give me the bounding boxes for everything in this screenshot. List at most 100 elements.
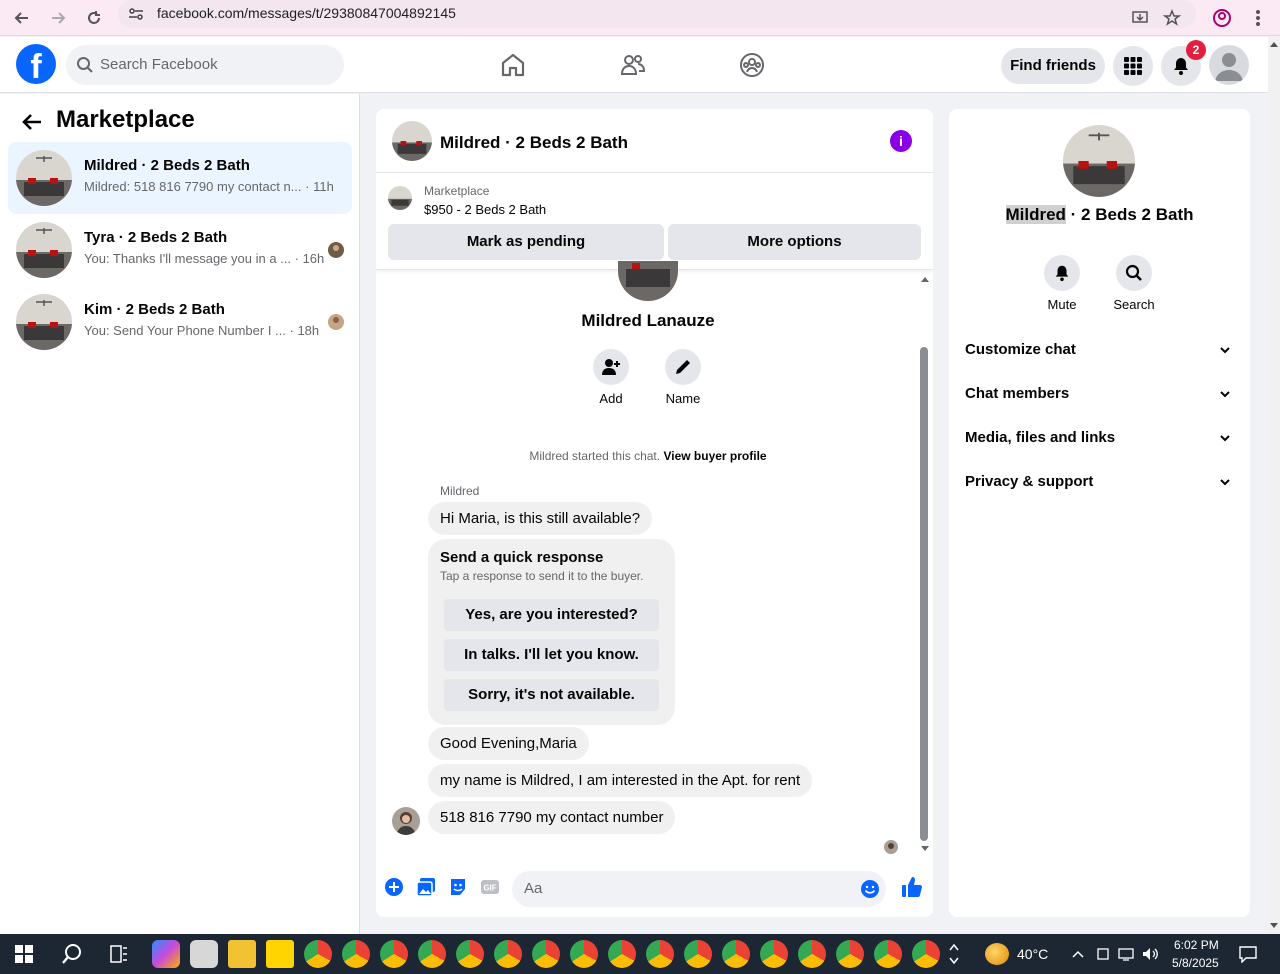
chat-title[interactable]: Mildred · 2 Beds 2 Bath: [440, 133, 628, 153]
message-bubble: Good Evening,Maria: [428, 727, 589, 760]
chrome-icon[interactable]: [646, 940, 674, 968]
message-bubble: my name is Mildred, I am interested in t…: [428, 764, 813, 797]
view-buyer-profile-link[interactable]: View buyer profile: [663, 449, 766, 463]
browser-menu-icon[interactable]: [1244, 4, 1272, 32]
quick-response-title: Send a quick response: [440, 549, 604, 566]
message-input[interactable]: Aa: [512, 871, 886, 907]
groups-icon[interactable]: [738, 51, 766, 79]
search-icon[interactable]: [61, 943, 83, 965]
chrome-icon[interactable]: [418, 940, 446, 968]
info-icon[interactable]: i: [890, 130, 912, 152]
bookmark-star-icon[interactable]: [1158, 4, 1186, 32]
chrome-icon[interactable]: [342, 940, 370, 968]
mute-button[interactable]: Mute: [1032, 255, 1092, 312]
conversation-item[interactable]: Kim · 2 Beds 2 Bath You: Send Your Phone…: [8, 286, 352, 358]
chrome-icon[interactable]: [684, 940, 712, 968]
task-view-icon[interactable]: [109, 944, 129, 964]
site-info-icon[interactable]: [126, 4, 146, 24]
file-explorer-icon[interactable]: [228, 940, 256, 968]
plus-icon[interactable]: [384, 877, 404, 897]
conversation-preview: You: Thanks I'll message you in a ... · …: [84, 251, 325, 266]
page-scrollbar[interactable]: [1268, 37, 1280, 934]
conversation-name: Tyra · 2 Beds 2 Bath: [84, 229, 228, 246]
taskbar-scroll-icon[interactable]: [949, 942, 959, 966]
scroll-thumb[interactable]: [920, 347, 928, 841]
chat-thumbnail[interactable]: [392, 121, 432, 161]
listing-mini-thumbnail: [388, 186, 412, 210]
chrome-icon[interactable]: [836, 940, 864, 968]
privacy-support-section[interactable]: Privacy & support: [965, 467, 1235, 497]
search-chat-button[interactable]: Search: [1104, 255, 1164, 312]
edit-name-button[interactable]: Name: [653, 349, 713, 406]
sender-avatar: [392, 807, 420, 835]
gif-icon[interactable]: GIF: [480, 877, 500, 897]
windows-start-icon[interactable]: [15, 945, 33, 963]
account-avatar[interactable]: [1209, 45, 1249, 85]
quick-response-option[interactable]: Sorry, it's not available.: [444, 679, 659, 711]
conversation-item[interactable]: Mildred · 2 Beds 2 Bath Mildred: 518 816…: [8, 142, 352, 214]
install-app-icon[interactable]: [1126, 4, 1154, 32]
conversation-item[interactable]: Tyra · 2 Beds 2 Bath You: Thanks I'll me…: [8, 214, 352, 286]
chrome-icon[interactable]: [874, 940, 902, 968]
windows-taskbar: 40°C 6:02 PM 5/8/2025: [0, 934, 1280, 974]
chat-started-notice: Mildred started this chat. View buyer pr…: [529, 449, 767, 463]
clock-date[interactable]: 5/8/2025: [1172, 956, 1219, 970]
url-text[interactable]: facebook.com/messages/t/2938084700489214…: [157, 5, 456, 21]
back-arrow-icon[interactable]: [20, 110, 44, 134]
friends-icon[interactable]: [619, 51, 647, 79]
listing-price[interactable]: $950 - 2 Beds 2 Bath: [424, 202, 546, 217]
forward-icon[interactable]: [44, 4, 72, 32]
chrome-icon[interactable]: [608, 940, 636, 968]
quick-response-option[interactable]: Yes, are you interested?: [444, 599, 659, 631]
mark-as-pending-button[interactable]: Mark as pending: [388, 224, 664, 260]
chevron-up-icon[interactable]: [1072, 950, 1084, 958]
chrome-icon[interactable]: [798, 940, 826, 968]
media-files-links-section[interactable]: Media, files and links: [965, 423, 1235, 453]
weather-icon[interactable]: [985, 943, 1009, 965]
network-icon[interactable]: [1118, 947, 1134, 961]
chrome-icon[interactable]: [570, 940, 598, 968]
mute-label: Mute: [1047, 297, 1077, 312]
device-icon[interactable]: [1096, 947, 1110, 961]
chrome-icon[interactable]: [380, 940, 408, 968]
scroll-down-icon[interactable]: [920, 845, 930, 853]
find-friends-button[interactable]: Find friends: [1001, 48, 1105, 84]
scroll-down-icon[interactable]: [1268, 921, 1280, 931]
clock-time[interactable]: 6:02 PM: [1174, 938, 1219, 952]
quick-response-option[interactable]: In talks. I'll let you know.: [444, 639, 659, 671]
temperature[interactable]: 40°C: [1017, 946, 1048, 962]
chat-members-section[interactable]: Chat members: [965, 379, 1235, 409]
chrome-icon[interactable]: [532, 940, 560, 968]
chrome-icon[interactable]: [912, 940, 940, 968]
notifications-center-icon[interactable]: [1238, 945, 1258, 963]
back-icon[interactable]: [8, 4, 36, 32]
search-label: Search: [1113, 297, 1155, 312]
more-options-button[interactable]: More options: [668, 224, 921, 260]
facebook-logo-icon[interactable]: f: [16, 44, 56, 84]
chrome-icon[interactable]: [722, 940, 750, 968]
home-icon[interactable]: [499, 51, 527, 79]
photo-icon[interactable]: [416, 877, 436, 897]
thread-scrollbar[interactable]: [919, 271, 929, 857]
like-thumb-icon[interactable]: [900, 875, 924, 899]
chrome-icon[interactable]: [760, 940, 788, 968]
chrome-icon[interactable]: [456, 940, 484, 968]
app-icon[interactable]: [190, 940, 218, 968]
copilot-icon[interactable]: [152, 940, 180, 968]
chevron-down-icon: [1220, 435, 1230, 442]
scroll-up-icon[interactable]: [920, 275, 930, 283]
add-person-button[interactable]: Add: [581, 349, 641, 406]
profile-icon[interactable]: [1208, 4, 1236, 32]
pencil-icon: [676, 360, 690, 374]
chrome-icon[interactable]: [494, 940, 522, 968]
sticker-icon[interactable]: [448, 877, 468, 897]
menu-grid-icon[interactable]: [1113, 46, 1153, 86]
scroll-up-icon[interactable]: [1268, 39, 1280, 49]
customize-chat-section[interactable]: Customize chat: [965, 335, 1235, 365]
chrome-icon[interactable]: [304, 940, 332, 968]
reload-icon[interactable]: [80, 4, 108, 32]
search-input[interactable]: Search Facebook: [66, 45, 344, 85]
volume-icon[interactable]: [1142, 947, 1160, 961]
emoji-icon[interactable]: [860, 879, 880, 899]
sticky-notes-icon[interactable]: [266, 940, 294, 968]
